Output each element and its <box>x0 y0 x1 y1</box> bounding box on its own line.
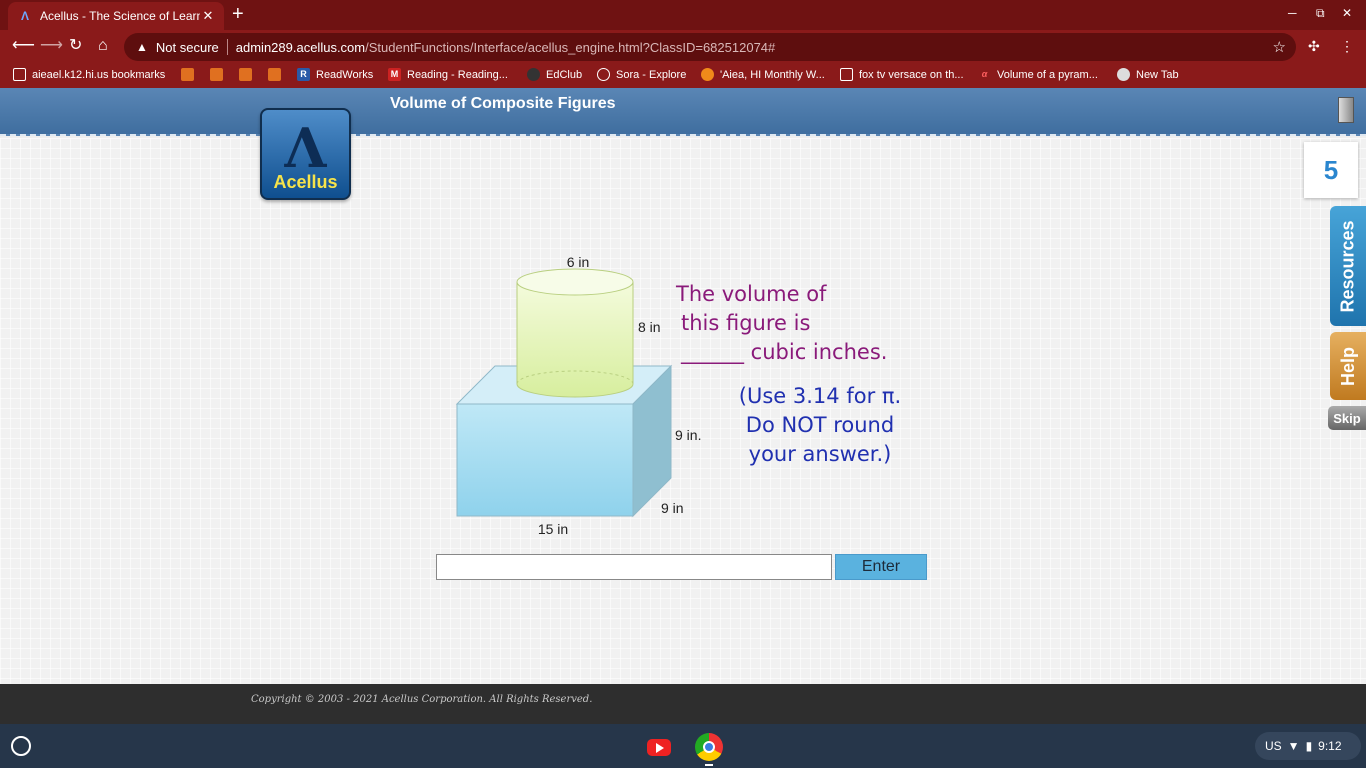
skip-button[interactable]: Skip <box>1328 406 1366 430</box>
instruction-line: (Use 3.14 for π. <box>738 384 902 408</box>
box-length-label: 15 in <box>538 521 568 537</box>
clock: 9:12 <box>1318 739 1342 753</box>
answer-input[interactable] <box>436 554 832 580</box>
page-footer: Copyright © 2003 - 2021 Acellus Corporat… <box>0 684 1366 724</box>
question-line: ______ cubic inches. <box>681 340 888 364</box>
cylinder-height-label: 8 in <box>638 319 661 335</box>
resources-label: Resources <box>1337 219 1358 313</box>
points-counter: 5 <box>1304 142 1358 198</box>
enter-button[interactable]: Enter <box>835 554 927 580</box>
status-tray[interactable]: US ▼ ▮ 9:12 <box>1255 732 1361 760</box>
box-depth-label: 9 in <box>661 500 684 516</box>
box-height-label: 9 in. <box>675 427 701 443</box>
instruction-line: Do NOT round <box>745 413 895 437</box>
instruction-text: (Use 3.14 for π. Do NOT round your answe… <box>710 382 930 469</box>
locale-label: US <box>1265 739 1282 753</box>
question-line: this figure is <box>681 311 811 335</box>
question-line: The volume of <box>676 282 827 306</box>
launcher-icon[interactable] <box>11 736 31 756</box>
battery-icon: ▮ <box>1305 739 1313 753</box>
help-label: Help <box>1337 346 1358 386</box>
cylinder-body <box>516 282 634 398</box>
composite-figure: 6 in 8 in 9 in. 9 in 15 in <box>455 254 701 537</box>
help-tab[interactable]: Help <box>1330 332 1366 400</box>
box-front-face <box>456 403 634 517</box>
instruction-line: your answer.) <box>748 442 892 466</box>
copyright-text: Copyright © 2003 - 2021 Acellus Corporat… <box>251 694 593 705</box>
wifi-icon: ▼ <box>1287 739 1300 753</box>
os-shelf: US ▼ ▮ 9:12 <box>0 724 1366 768</box>
resources-tab[interactable]: Resources <box>1330 206 1366 326</box>
active-app-indicator <box>705 764 713 766</box>
chrome-icon[interactable] <box>695 733 723 761</box>
cylinder-top <box>516 268 634 296</box>
question-text: The volume of this figure is ______ cubi… <box>676 280 936 367</box>
youtube-icon[interactable] <box>647 739 671 756</box>
cylinder-diameter-label: 6 in <box>567 254 590 270</box>
